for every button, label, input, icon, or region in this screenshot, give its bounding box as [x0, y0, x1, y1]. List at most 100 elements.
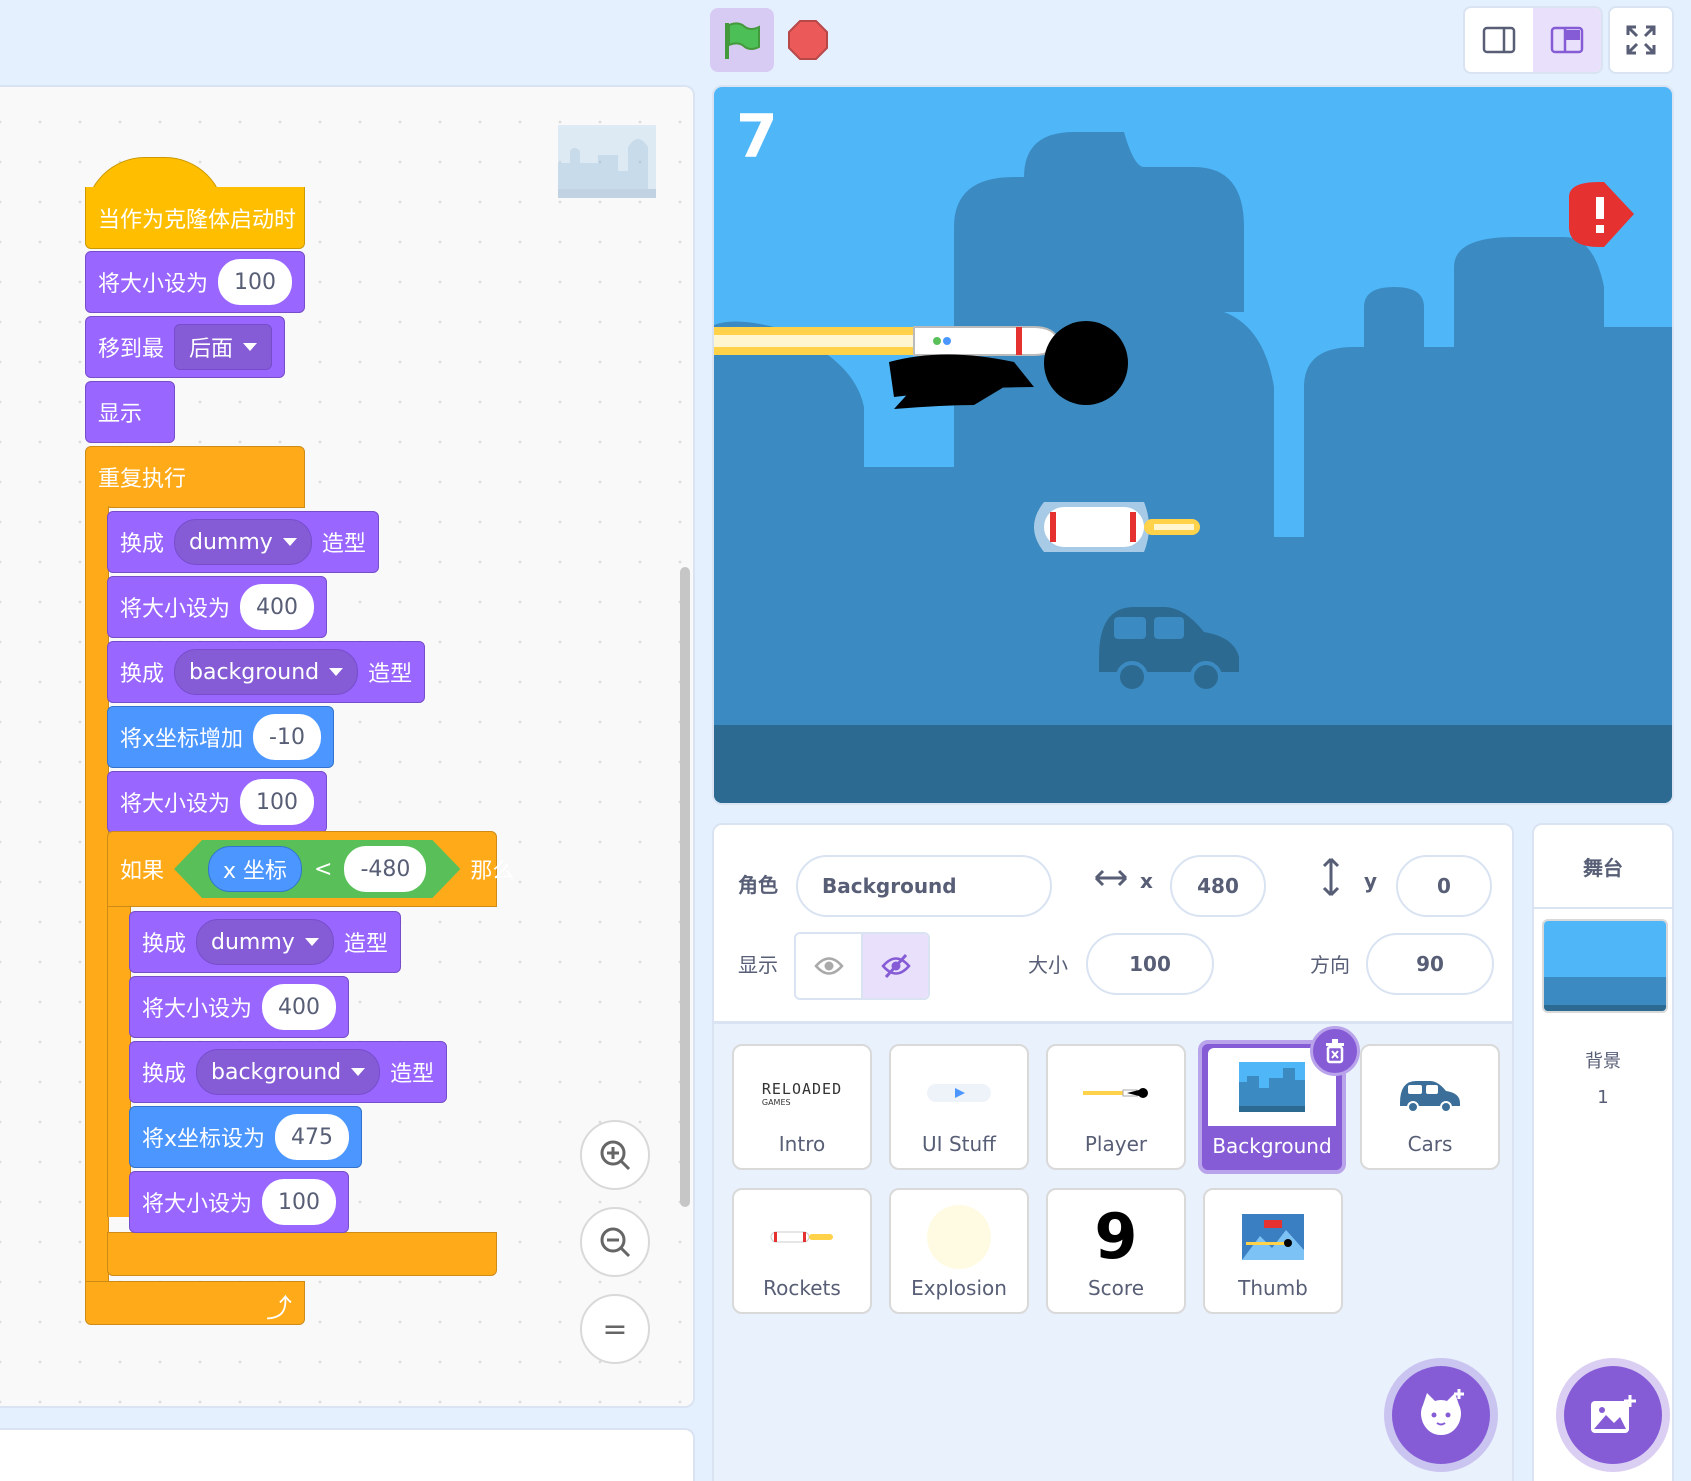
sprite-tile-thumb[interactable]: Thumb [1203, 1188, 1343, 1314]
sprite-tile-background[interactable]: Background [1198, 1026, 1360, 1174]
sprite-tile-ui-stuff[interactable]: UI Stuff [889, 1044, 1029, 1170]
x-input[interactable]: 475 [275, 1114, 350, 1160]
operator-symbol: < [314, 856, 333, 882]
direction-input[interactable]: 90 [1366, 933, 1494, 995]
block-suffix: 那么 [470, 859, 515, 884]
choose-backdrop-button[interactable] [1564, 1366, 1662, 1464]
forever-footer: ⤴ [85, 1281, 305, 1325]
stage-layout-toggle [1463, 6, 1603, 74]
block-label: 将x坐标增加 [120, 727, 244, 752]
go-to-layer-block[interactable]: 移到最 后面 [85, 316, 286, 378]
set-size-block[interactable]: 将大小设为 400 [107, 576, 328, 638]
show-block[interactable]: 显示 [85, 381, 175, 443]
trash-icon [1326, 1039, 1344, 1064]
sprite-name: Cars [1407, 1132, 1453, 1156]
block-suffix: 造型 [343, 932, 388, 957]
zoom-in-button[interactable] [580, 1120, 650, 1190]
switch-costume-block[interactable]: 换成 background 造型 [107, 641, 426, 703]
x-position-reporter[interactable]: x 坐标 [208, 846, 302, 892]
zoom-in-icon [600, 1140, 631, 1171]
dropdown-value: 后面 [189, 337, 234, 362]
if-then-block[interactable]: 如果 x 坐标 < -480 那么 [107, 831, 514, 907]
stage-canvas[interactable]: 7 [712, 85, 1674, 805]
size-input[interactable]: 400 [240, 584, 315, 630]
sprite-name: Player [1084, 1132, 1148, 1156]
sprite-name-input[interactable]: Background [796, 855, 1052, 917]
fullscreen-button[interactable] [1608, 6, 1674, 74]
block-suffix: 造型 [390, 1062, 435, 1087]
sprite-tile-player[interactable]: Player [1046, 1044, 1186, 1170]
car-icon [1400, 1081, 1460, 1113]
switch-costume-block[interactable]: 换成 background 造型 [129, 1041, 448, 1103]
vertical-scrollbar[interactable] [680, 567, 690, 1207]
compare-input[interactable]: -480 [344, 846, 426, 892]
switch-costume-block[interactable]: 换成 dummy 造型 [129, 911, 401, 973]
small-stage-button[interactable] [1465, 8, 1533, 72]
explosion-icon [927, 1205, 991, 1269]
normal-stage-button[interactable] [1533, 8, 1601, 72]
code-area[interactable]: 当作为克隆体启动时 将大小设为 100 移到最 后面 显示 重复执行 ⤴ 换成 … [0, 85, 695, 1408]
x-input[interactable]: 480 [1170, 855, 1266, 917]
set-x-block[interactable]: 将x坐标设为 475 [129, 1106, 363, 1168]
hide-sprite-button[interactable] [861, 934, 928, 998]
score-display: 7 [736, 102, 778, 172]
sprite-name: Score [1087, 1276, 1144, 1300]
x-change-input[interactable]: -10 [253, 714, 321, 760]
if-body [107, 907, 131, 1217]
sprite-tile-intro[interactable]: RELOADED GAMES Intro [732, 1044, 872, 1170]
sprite-thumbnail [1362, 1062, 1498, 1124]
sprite-tile-rockets[interactable]: Rockets [732, 1188, 872, 1314]
costume-dropdown[interactable]: dummy [174, 519, 312, 565]
when-i-start-as-clone-block[interactable]: 当作为克隆体启动时 [85, 187, 305, 249]
sprite-name: Thumb [1238, 1276, 1308, 1300]
score-digit-icon: 9 [1094, 1200, 1138, 1273]
backdrop-thumbnail[interactable] [1542, 919, 1668, 1013]
add-sprite-icon [1421, 1389, 1464, 1435]
less-than-operator[interactable]: x 坐标 < -480 [174, 840, 460, 898]
switch-costume-block[interactable]: 换成 dummy 造型 [107, 511, 379, 573]
block-label: 换成 [142, 932, 187, 957]
block-label: 当作为克隆体启动时 [98, 207, 297, 233]
set-size-block[interactable]: 将大小设为 100 [107, 771, 328, 833]
sprite-tile-cars[interactable]: Cars [1360, 1044, 1500, 1170]
city-icon [1239, 1062, 1305, 1112]
zoom-reset-button[interactable]: = [580, 1294, 650, 1364]
block-label: 重复执行 [98, 467, 187, 492]
sprite-tile-explosion[interactable]: Explosion [889, 1188, 1029, 1314]
forever-block[interactable]: 重复执行 [85, 446, 305, 508]
size-input[interactable]: 100 [240, 779, 315, 825]
size-input[interactable]: 100 [262, 1179, 337, 1225]
code-area-footer [0, 1428, 695, 1481]
change-x-block[interactable]: 将x坐标增加 -10 [107, 706, 334, 768]
show-label: 显示 [738, 953, 778, 977]
fullscreen-icon [1626, 25, 1656, 55]
small-stage-icon [1482, 26, 1516, 54]
green-flag-button[interactable] [710, 8, 774, 72]
layer-dropdown[interactable]: 后面 [174, 324, 273, 370]
delete-sprite-button[interactable] [1310, 1026, 1360, 1076]
size-input[interactable]: 400 [262, 984, 337, 1030]
sprite-thumbnail [891, 1062, 1027, 1124]
costume-dropdown[interactable]: background [196, 1049, 381, 1095]
set-size-block[interactable]: 将大小设为 100 [129, 1171, 350, 1233]
block-label: 显示 [98, 402, 143, 427]
stop-button[interactable] [786, 18, 830, 62]
backdrop-image [1544, 921, 1666, 1011]
sprite-tile-score[interactable]: 9 Score [1046, 1188, 1186, 1314]
direction-label: 方向 [1310, 953, 1350, 977]
set-size-block[interactable]: 将大小设为 100 [85, 251, 306, 313]
costume-dropdown[interactable]: background [174, 649, 359, 695]
set-size-block[interactable]: 将大小设为 400 [129, 976, 350, 1038]
size-input[interactable]: 100 [1086, 933, 1214, 995]
chevron-down-icon [351, 1068, 366, 1076]
size-input[interactable]: 100 [218, 259, 293, 305]
show-sprite-button[interactable] [796, 934, 861, 998]
sprite-name: Rockets [763, 1276, 841, 1300]
block-label: 将大小设为 [142, 1192, 253, 1217]
zoom-out-button[interactable] [580, 1207, 650, 1277]
block-label: 换成 [142, 1062, 187, 1087]
y-input[interactable]: 0 [1396, 855, 1492, 917]
costume-dropdown[interactable]: dummy [196, 919, 334, 965]
choose-sprite-button[interactable] [1392, 1366, 1490, 1464]
reloaded-logo: RELOADED [761, 1079, 843, 1098]
